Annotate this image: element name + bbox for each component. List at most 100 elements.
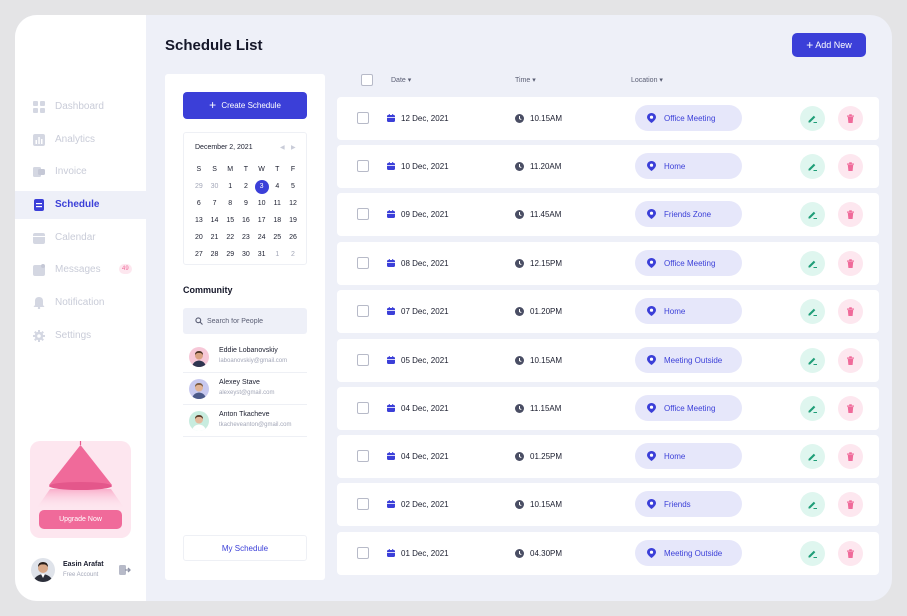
location-pill[interactable]: Home <box>635 443 742 469</box>
my-schedule-button[interactable]: My Schedule <box>183 535 307 561</box>
calendar-day[interactable]: 19 <box>285 213 301 230</box>
calendar-day[interactable]: 7 <box>207 196 223 213</box>
calendar-day[interactable]: 2 <box>285 247 301 264</box>
location-pill[interactable]: Office Meeting <box>635 395 742 421</box>
calendar-day[interactable]: 2 <box>238 179 254 196</box>
row-checkbox[interactable] <box>357 402 369 414</box>
upgrade-now-button[interactable]: Upgrade Now <box>39 510 122 529</box>
calendar-day[interactable]: 25 <box>269 230 285 247</box>
calendar-day[interactable]: 22 <box>222 230 238 247</box>
calendar-day[interactable]: 4 <box>269 179 285 196</box>
calendar-day[interactable]: 3 <box>254 179 270 196</box>
row-checkbox[interactable] <box>357 498 369 510</box>
table-row[interactable]: 04 Dec, 2021 11.15AM Office Meeting <box>337 387 879 430</box>
edit-button[interactable] <box>800 251 825 276</box>
table-row[interactable]: 09 Dec, 2021 11.45AM Friends Zone <box>337 193 879 236</box>
edit-button[interactable] <box>800 444 825 469</box>
location-pill[interactable]: Office Meeting <box>635 105 742 131</box>
sidebar-item-invoice[interactable]: Invoice <box>15 158 146 186</box>
table-row[interactable]: 10 Dec, 2021 11.20AM Home <box>337 145 879 188</box>
edit-button[interactable] <box>800 396 825 421</box>
calendar-prev-icon[interactable]: ◀ <box>280 144 285 151</box>
calendar-day[interactable]: 8 <box>222 196 238 213</box>
sidebar-item-settings[interactable]: Settings <box>15 322 146 350</box>
calendar-day[interactable]: 20 <box>191 230 207 247</box>
community-person[interactable]: Anton Tkacheve tkacheveanton@gmail.com <box>183 406 307 437</box>
calendar-day[interactable]: 26 <box>285 230 301 247</box>
edit-button[interactable] <box>800 348 825 373</box>
calendar-day[interactable]: 31 <box>254 247 270 264</box>
location-pill[interactable]: Home <box>635 298 742 324</box>
sidebar-item-calendar[interactable]: Calendar <box>15 224 146 252</box>
row-checkbox[interactable] <box>357 160 369 172</box>
time-column-header[interactable]: Time ▾ <box>515 76 536 84</box>
calendar-day[interactable]: 1 <box>269 247 285 264</box>
row-checkbox[interactable] <box>357 112 369 124</box>
location-pill[interactable]: Friends Zone <box>635 201 742 227</box>
table-row[interactable]: 08 Dec, 2021 12.15PM Office Meeting <box>337 242 879 285</box>
calendar-day[interactable]: 28 <box>207 247 223 264</box>
table-row[interactable]: 05 Dec, 2021 10.15AM Meeting Outside <box>337 339 879 382</box>
calendar-day[interactable]: 16 <box>238 213 254 230</box>
delete-button[interactable] <box>838 299 863 324</box>
calendar-day[interactable]: 14 <box>207 213 223 230</box>
location-pill[interactable]: Meeting Outside <box>635 540 742 566</box>
row-checkbox[interactable] <box>357 354 369 366</box>
calendar-day[interactable]: 12 <box>285 196 301 213</box>
table-row[interactable]: 01 Dec, 2021 04.30PM Meeting Outside <box>337 532 879 575</box>
calendar-day[interactable]: 9 <box>238 196 254 213</box>
community-person[interactable]: Alexey Stave alexeyst@gmail.com <box>183 374 307 405</box>
calendar-day[interactable]: 10 <box>254 196 270 213</box>
logout-icon[interactable] <box>119 564 131 576</box>
location-pill[interactable]: Meeting Outside <box>635 347 742 373</box>
calendar-day[interactable]: 11 <box>269 196 285 213</box>
community-person[interactable]: Eddie Lobanovskiy laboanovskiy@gmail.com <box>183 342 307 373</box>
location-pill[interactable]: Home <box>635 153 742 179</box>
delete-button[interactable] <box>838 251 863 276</box>
delete-button[interactable] <box>838 348 863 373</box>
edit-button[interactable] <box>800 202 825 227</box>
sidebar-item-dashboard[interactable]: Dashboard <box>15 93 146 121</box>
location-pill[interactable]: Friends <box>635 491 742 517</box>
table-row[interactable]: 04 Dec, 2021 01.25PM Home <box>337 435 879 478</box>
add-new-button[interactable]: + Add New <box>792 33 866 57</box>
calendar-day[interactable]: 29 <box>222 247 238 264</box>
calendar-day[interactable]: 13 <box>191 213 207 230</box>
row-checkbox[interactable] <box>357 450 369 462</box>
row-checkbox[interactable] <box>357 208 369 220</box>
sidebar-item-notification[interactable]: Notification <box>15 289 146 317</box>
calendar-day[interactable]: 18 <box>269 213 285 230</box>
location-pill[interactable]: Office Meeting <box>635 250 742 276</box>
delete-button[interactable] <box>838 396 863 421</box>
delete-button[interactable] <box>838 154 863 179</box>
select-all-checkbox[interactable] <box>361 74 373 86</box>
calendar-day[interactable]: 5 <box>285 179 301 196</box>
date-column-header[interactable]: Date ▾ <box>391 76 411 84</box>
delete-button[interactable] <box>838 106 863 131</box>
row-checkbox[interactable] <box>357 257 369 269</box>
edit-button[interactable] <box>800 299 825 324</box>
calendar-day[interactable]: 29 <box>191 179 207 196</box>
search-input[interactable] <box>207 308 303 334</box>
edit-button[interactable] <box>800 106 825 131</box>
table-row[interactable]: 12 Dec, 2021 10.15AM Office Meeting <box>337 97 879 140</box>
row-checkbox[interactable] <box>357 305 369 317</box>
calendar-day[interactable]: 15 <box>222 213 238 230</box>
delete-button[interactable] <box>838 202 863 227</box>
edit-button[interactable] <box>800 154 825 179</box>
calendar-day[interactable]: 1 <box>222 179 238 196</box>
delete-button[interactable] <box>838 541 863 566</box>
calendar-day[interactable]: 24 <box>254 230 270 247</box>
create-schedule-button[interactable]: + Create Schedule <box>183 92 307 119</box>
edit-button[interactable] <box>800 541 825 566</box>
table-row[interactable]: 02 Dec, 2021 10.15AM Friends <box>337 483 879 526</box>
sidebar-item-messages[interactable]: Messages 49 <box>15 256 146 284</box>
delete-button[interactable] <box>838 492 863 517</box>
calendar-day[interactable]: 30 <box>238 247 254 264</box>
calendar-day[interactable]: 17 <box>254 213 270 230</box>
sidebar-item-analytics[interactable]: Analytics <box>15 126 146 154</box>
calendar-next-icon[interactable]: ▶ <box>291 144 296 151</box>
calendar-day[interactable]: 27 <box>191 247 207 264</box>
calendar-day[interactable]: 6 <box>191 196 207 213</box>
table-row[interactable]: 07 Dec, 2021 01.20PM Home <box>337 290 879 333</box>
